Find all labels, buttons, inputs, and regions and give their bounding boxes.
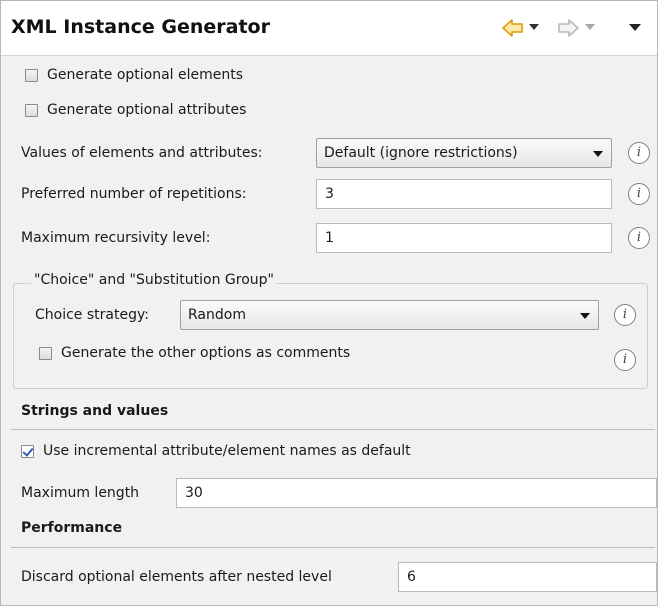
generate-optional-attributes-checkbox[interactable] <box>25 104 38 117</box>
generate-optional-elements-label: Generate optional elements <box>47 67 244 83</box>
values-select[interactable]: Default (ignore restrictions) <box>316 138 612 168</box>
discard-level-value: 6 <box>407 569 416 585</box>
choice-group-box <box>13 283 648 389</box>
values-label: Values of elements and attributes: <box>21 145 263 161</box>
repetitions-field[interactable]: 3 <box>316 179 612 209</box>
strings-section-header: Strings and values <box>21 403 169 419</box>
recursivity-label: Maximum recursivity level: <box>21 230 211 246</box>
recursivity-value: 1 <box>325 230 334 246</box>
generate-optional-elements-checkbox[interactable] <box>25 69 38 82</box>
repetitions-value: 3 <box>325 186 334 202</box>
incremental-names-checkbox[interactable] <box>21 445 34 458</box>
info-icon[interactable]: i <box>614 304 636 326</box>
generate-comments-label: Generate the other options as comments <box>61 345 351 361</box>
performance-section-header: Performance <box>21 520 123 536</box>
recursivity-field[interactable]: 1 <box>316 223 612 253</box>
forward-dropdown-icon[interactable] <box>585 24 595 32</box>
generate-comments-checkbox[interactable] <box>39 347 52 360</box>
info-icon[interactable]: i <box>628 183 650 205</box>
max-length-field[interactable]: 30 <box>176 478 657 508</box>
back-arrow-icon[interactable] <box>501 17 525 39</box>
back-dropdown-icon[interactable] <box>529 24 539 32</box>
info-icon[interactable]: i <box>628 227 650 249</box>
xml-instance-generator-panel: XML Instance Generator Generate optional… <box>0 0 658 606</box>
chevron-down-icon <box>580 313 590 319</box>
discard-level-field[interactable]: 6 <box>398 562 657 592</box>
panel-title: XML Instance Generator <box>11 16 270 38</box>
choice-strategy-select[interactable]: Random <box>180 300 599 330</box>
chevron-down-icon <box>593 151 603 157</box>
generate-optional-attributes-label: Generate optional attributes <box>47 102 247 118</box>
max-length-value: 30 <box>185 485 203 501</box>
incremental-names-label: Use incremental attribute/element names … <box>43 443 411 459</box>
choice-group-title: "Choice" and "Substitution Group" <box>31 272 277 288</box>
title-bar: XML Instance Generator <box>1 1 657 56</box>
discard-level-label: Discard optional elements after nested l… <box>21 569 332 585</box>
view-menu-icon[interactable] <box>629 24 641 32</box>
strings-divider <box>11 429 655 430</box>
performance-divider <box>11 547 655 548</box>
choice-strategy-selected-value: Random <box>188 307 246 323</box>
forward-arrow-icon[interactable] <box>556 17 580 39</box>
max-length-label: Maximum length <box>21 485 140 501</box>
info-icon[interactable]: i <box>628 142 650 164</box>
choice-strategy-label: Choice strategy: <box>35 307 149 323</box>
values-selected-value: Default (ignore restrictions) <box>324 145 518 161</box>
repetitions-label: Preferred number of repetitions: <box>21 186 247 202</box>
info-icon[interactable]: i <box>614 349 636 371</box>
